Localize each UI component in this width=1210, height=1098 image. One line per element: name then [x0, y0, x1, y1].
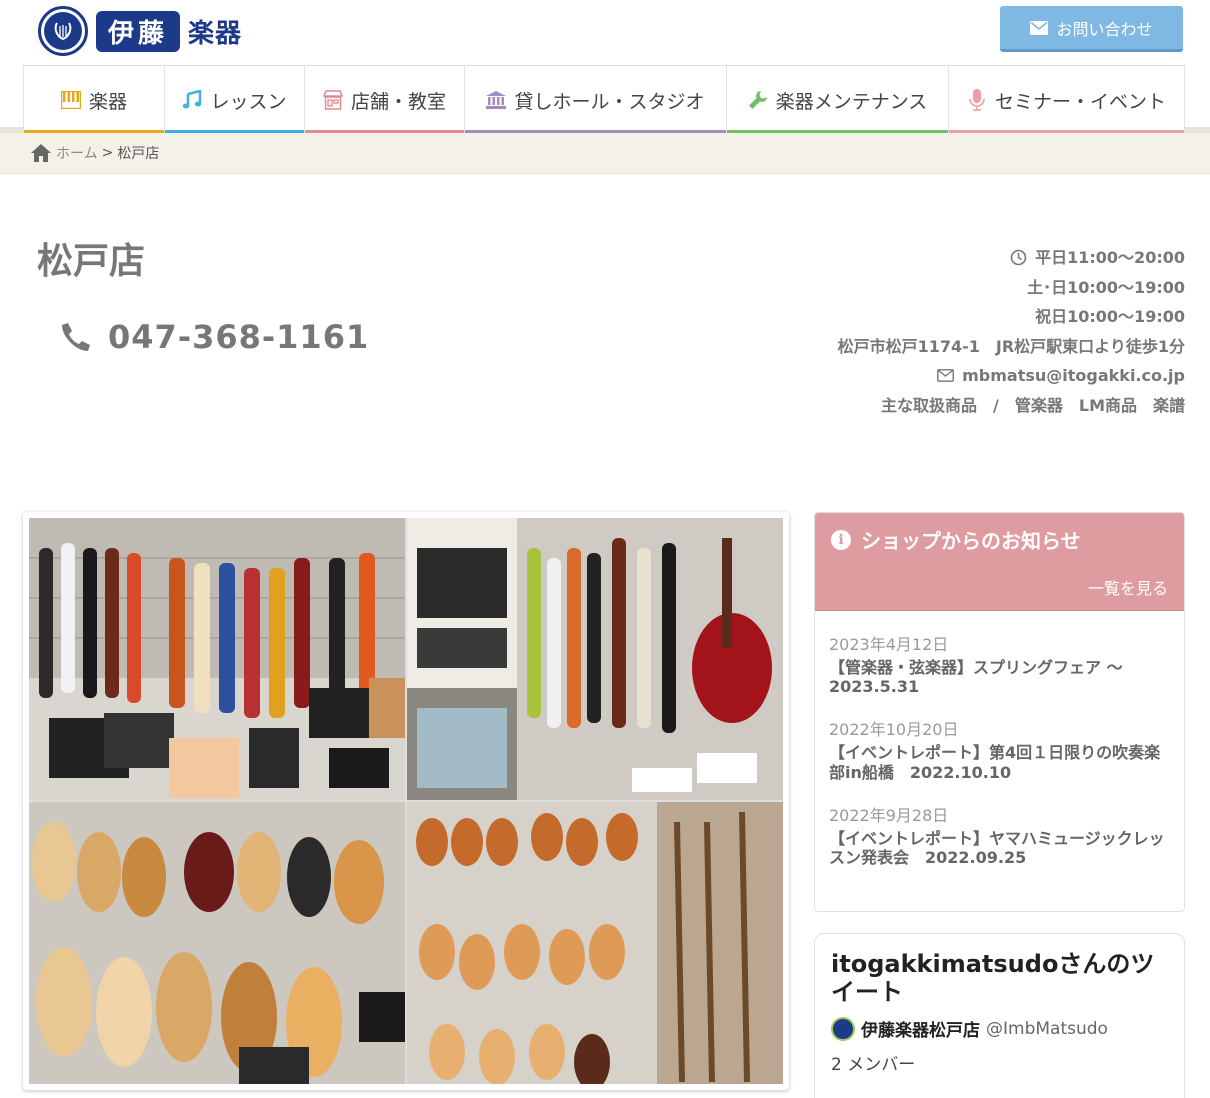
hall-icon	[486, 90, 507, 110]
store-address: 松戸市松戸1174-1 JR松戸駅東口より徒歩1分	[837, 336, 1185, 356]
nav-label: レッスン	[210, 90, 287, 113]
list-item: 2023年4月12日 【管楽器・弦楽器】スプリングフェア ～2023.5.31	[829, 631, 1170, 696]
store-email[interactable]: mbmatsu@itogakki.co.jp	[962, 361, 1185, 391]
store-icon	[322, 90, 343, 110]
home-icon[interactable]	[30, 143, 52, 163]
twitter-members[interactable]: 2 メンバー	[831, 1050, 915, 1075]
contact-button[interactable]: お問い合わせ	[1000, 6, 1183, 52]
site-logo[interactable]: 伊藤 楽器	[38, 6, 242, 56]
notice-date: 2022年10月20日	[829, 720, 959, 740]
nav-label: 楽器メンテナンス	[775, 90, 928, 113]
phone-number: 047-368-1161	[108, 318, 370, 356]
logo-text-2: 楽器	[188, 18, 243, 49]
twitter-title[interactable]: itogakkimatsudoさんのツイート	[831, 950, 1171, 1006]
notice-title: i ショップからのお知らせ	[831, 525, 1081, 554]
twitter-handle: @ImbMatsudo	[986, 1018, 1108, 1039]
list-item: 2022年9月28日 【イベントレポート】ヤマハミュージックレッスン発表会 20…	[829, 802, 1170, 867]
logo-text-1: 伊藤	[96, 10, 181, 52]
nav-item-stores[interactable]: 店舗・教室	[305, 66, 465, 134]
photo-acoustic-guitars	[29, 802, 405, 1084]
store-photo	[23, 512, 789, 1090]
twitter-name: 伊藤楽器松戸店	[861, 1021, 980, 1041]
twitter-account[interactable]: 伊藤楽器松戸店 @ImbMatsudo	[831, 1016, 1108, 1041]
hours-weekend: 土･日10:00～19:00	[1027, 277, 1185, 297]
hours-weekday-line: 平日11:00～20:00	[838, 243, 1185, 273]
photo-ukuleles	[407, 802, 783, 1084]
breadcrumb-home-link[interactable]: ホーム	[56, 143, 98, 163]
wrench-icon	[748, 90, 768, 110]
store-products: 主な取扱商品 / 管楽器 LM商品 楽譜	[881, 395, 1185, 415]
envelope-icon	[1030, 20, 1049, 35]
twitter-timeline: itogakkimatsudoさんのツイート 伊藤楽器松戸店 @ImbMatsu…	[814, 933, 1185, 1098]
notice-link[interactable]: 【イベントレポート】第4回１日限りの吹奏楽部in船橋 2022.10.10	[829, 743, 1170, 781]
photo-basses-accessories	[407, 518, 783, 800]
email-line[interactable]: mbmatsu@itogakki.co.jp	[838, 361, 1185, 391]
notice-header: i ショップからのお知らせ 一覧を見る	[815, 513, 1184, 611]
photo-electric-guitars	[29, 518, 405, 800]
hours-holiday: 祝日10:00～19:00	[1035, 307, 1185, 326]
nav-item-instruments[interactable]: 楽器	[24, 66, 165, 134]
breadcrumb: ホーム > 松戸店	[0, 133, 1210, 174]
avatar	[831, 1016, 855, 1041]
nav-label: 楽器	[88, 90, 127, 113]
nav-item-seminar-event[interactable]: セミナー・イベント	[949, 66, 1184, 134]
page-title: 松戸店	[37, 241, 146, 282]
logo-seal-icon	[38, 6, 88, 56]
notice-link[interactable]: 【管楽器・弦楽器】スプリングフェア ～2023.5.31	[829, 658, 1170, 696]
clock-icon	[1010, 249, 1027, 266]
hours-weekday: 平日11:00～20:00	[1035, 248, 1185, 267]
breadcrumb-separator: >	[101, 145, 114, 161]
notice-title-text: ショップからのお知らせ	[861, 529, 1081, 553]
notice-date: 2022年9月28日	[829, 805, 949, 825]
info-icon: i	[831, 529, 851, 550]
nav-label: 店舗・教室	[350, 90, 446, 113]
piano-icon	[60, 90, 81, 110]
store-info: 平日11:00～20:00 土･日10:00～19:00 祝日10:00～19:…	[838, 243, 1185, 420]
nav-label: セミナー・イベント	[994, 90, 1166, 113]
list-item: 2022年10月20日 【イベントレポート】第4回１日限りの吹奏楽部in船橋 2…	[829, 716, 1170, 781]
main-nav: 楽器 レッスン 店舗・教室 貸しホール・スタジオ 楽器メンテナンス セミナー・イ	[23, 65, 1185, 134]
phone-icon	[62, 323, 90, 351]
notice-list: 2023年4月12日 【管楽器・弦楽器】スプリングフェア ～2023.5.31 …	[815, 611, 1184, 867]
nav-item-hall-studio[interactable]: 貸しホール・スタジオ	[465, 66, 727, 134]
envelope-outline-icon	[937, 369, 955, 383]
notice-date: 2023年4月12日	[829, 635, 949, 654]
notice-link[interactable]: 【イベントレポート】ヤマハミュージックレッスン発表会 2022.09.25	[829, 829, 1170, 867]
contact-button-label: お問い合わせ	[1056, 19, 1153, 39]
lyre-icon	[54, 22, 72, 41]
microphone-icon	[967, 89, 987, 111]
shop-notices-panel: i ショップからのお知らせ 一覧を見る 2023年4月12日 【管楽器・弦楽器】…	[814, 512, 1185, 912]
nav-item-lessons[interactable]: レッスン	[165, 66, 305, 134]
breadcrumb-current: 松戸店	[117, 146, 160, 162]
store-phone[interactable]: 047-368-1161	[60, 318, 369, 356]
nav-item-maintenance[interactable]: 楽器メンテナンス	[727, 66, 949, 134]
nav-label: 貸しホール・スタジオ	[514, 90, 705, 113]
view-all-link[interactable]: 一覧を見る	[1088, 575, 1168, 599]
music-note-icon	[182, 90, 202, 110]
